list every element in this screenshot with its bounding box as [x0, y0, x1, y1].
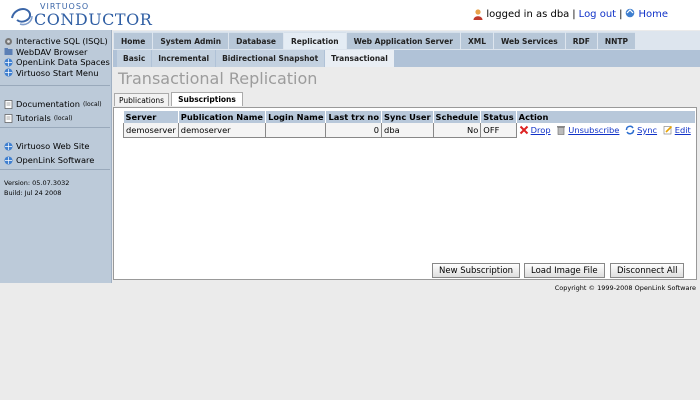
sub-nav: Basic Incremental Bidirectional Snapshot…	[113, 50, 700, 67]
tab-system-admin[interactable]: System Admin	[153, 32, 229, 49]
logout-link[interactable]: Log out	[579, 9, 616, 20]
logged-in-text: logged in as dba	[486, 9, 570, 20]
footer-copyright: Copyright © 1999-2008 OpenLink Software	[554, 284, 696, 292]
sidebar-group-links: Virtuoso Web Site OpenLink Software	[0, 134, 110, 170]
tab-xml[interactable]: XML	[460, 32, 493, 49]
tab-subscriptions[interactable]: Subscriptions	[171, 92, 243, 106]
load-image-file-button[interactable]: Load Image File	[524, 263, 605, 278]
virtuoso-logo[interactable]: VIRTUOSO CONDUCTOR	[4, 2, 152, 29]
folder-icon	[4, 48, 13, 56]
cell-status: OFF	[480, 123, 517, 138]
column-header: Last trx no	[325, 111, 383, 123]
top-nav: Home System Admin Database Replication W…	[114, 32, 635, 49]
drop-link[interactable]: Drop	[531, 125, 551, 135]
header: VIRTUOSO CONDUCTOR logged in as dba | Lo…	[0, 0, 700, 30]
new-subscription-button[interactable]: New Subscription	[432, 263, 521, 278]
tab-database[interactable]: Database	[229, 32, 284, 49]
user-bar: logged in as dba | Log out | Home	[473, 8, 668, 21]
cell-actions: Drop Unsubscribe Sync Edit	[516, 123, 696, 137]
sidebar-item-documentation[interactable]: Documentation (local)	[0, 97, 110, 111]
table-row: demoserver demoserver 0 dba No OFF Drop …	[123, 123, 696, 138]
sidebar-item-label: Interactive SQL (ISQL)	[16, 36, 108, 47]
sidebar-item-label: WebDAV Browser	[16, 46, 88, 57]
sidebar-item-tutorials[interactable]: Tutorials (local)	[0, 111, 110, 125]
sidebar-item-webdav[interactable]: WebDAV Browser	[0, 47, 110, 58]
cell-last-trx: 0	[325, 123, 383, 138]
version-info: Version: 05.07.3032 Build: Jul 24 2008	[4, 178, 69, 198]
table-header-row: Server Publication Name Login Name Last …	[123, 111, 697, 123]
sidebar-item-web-site[interactable]: Virtuoso Web Site	[0, 139, 110, 153]
subtab-bidirectional-snapshot[interactable]: Bidirectional Snapshot	[216, 50, 325, 67]
column-header: Publication Name	[178, 111, 267, 123]
sidebar-item-label: Tutorials	[16, 113, 51, 123]
document-icon	[4, 113, 13, 123]
column-header: Status	[480, 111, 517, 123]
panel-tabs: Publications Subscriptions	[114, 92, 245, 106]
sidebar-item-label: Documentation	[16, 99, 80, 109]
document-icon	[4, 99, 13, 109]
version-text: Version: 05.07.3032	[4, 179, 70, 187]
tab-web-application-server[interactable]: Web Application Server	[346, 32, 460, 49]
trash-icon[interactable]	[556, 125, 566, 136]
tab-rdf[interactable]: RDF	[565, 32, 597, 49]
tab-publications[interactable]: Publications	[114, 93, 170, 106]
sidebar-item-label: OpenLink Software	[16, 155, 95, 165]
globe-icon	[4, 156, 13, 164]
edit-link[interactable]: Edit	[675, 125, 691, 135]
drop-icon[interactable]	[519, 125, 529, 135]
subtab-incremental[interactable]: Incremental	[152, 50, 216, 67]
globe-icon	[4, 142, 13, 150]
disconnect-all-button[interactable]: Disconnect All	[610, 263, 685, 278]
column-header: Server	[123, 111, 179, 123]
tab-home[interactable]: Home	[114, 32, 153, 49]
home-icon	[625, 8, 635, 21]
sync-icon[interactable]	[625, 125, 635, 135]
column-header: Schedule	[433, 111, 482, 123]
tab-nntp[interactable]: NNTP	[597, 32, 635, 49]
sidebar-item-label: OpenLink Data Spaces	[16, 57, 110, 68]
home-link[interactable]: Home	[638, 9, 668, 20]
logo-swirl-icon	[11, 8, 33, 26]
sidebar: Interactive SQL (ISQL) WebDAV Browser Op…	[0, 30, 112, 283]
subscriptions-panel: Server Publication Name Login Name Last …	[113, 107, 697, 280]
sidebar-item-start-menu[interactable]: Virtuoso Start Menu	[0, 68, 110, 79]
globe-icon	[4, 58, 13, 67]
sidebar-item-label: Virtuoso Start Menu	[16, 67, 99, 78]
page-title: Transactional Replication	[118, 69, 318, 88]
sync-link[interactable]: Sync	[637, 125, 657, 135]
subtab-transactional[interactable]: Transactional	[325, 50, 394, 67]
gear-icon	[5, 37, 12, 45]
sidebar-item-label: Virtuoso Web Site	[16, 141, 90, 151]
subscriptions-table: Server Publication Name Login Name Last …	[123, 111, 697, 138]
edit-icon[interactable]	[663, 125, 673, 135]
local-note: (local)	[82, 100, 102, 108]
column-header: Sync User	[381, 111, 434, 123]
logo-conductor-text: CONDUCTOR	[34, 10, 153, 29]
sidebar-item-isql[interactable]: Interactive SQL (ISQL)	[0, 36, 110, 47]
separator: |	[572, 9, 576, 20]
separator: |	[619, 9, 623, 20]
column-header: Login Name	[265, 111, 327, 123]
cell-publication: demoserver	[177, 123, 267, 138]
build-text: Build: Jul 24 2008	[4, 189, 62, 197]
globe-icon	[4, 68, 13, 77]
subtab-basic[interactable]: Basic	[117, 50, 152, 67]
sidebar-item-data-spaces[interactable]: OpenLink Data Spaces	[0, 57, 110, 68]
user-icon	[473, 9, 483, 20]
column-header: Action	[516, 111, 697, 123]
cell-server: demoserver	[123, 123, 179, 138]
sidebar-group-docs: Documentation (local) Tutorials (local)	[0, 92, 110, 128]
sidebar-item-openlink[interactable]: OpenLink Software	[0, 153, 110, 167]
cell-sync-user: dba	[381, 123, 434, 138]
sidebar-group-tools: Interactive SQL (ISQL) WebDAV Browser Op…	[0, 36, 110, 86]
cell-login	[265, 123, 327, 138]
cell-schedule: No	[432, 123, 482, 138]
unsubscribe-link[interactable]: Unsubscribe	[568, 125, 619, 135]
tab-replication[interactable]: Replication	[284, 32, 346, 49]
local-note: (local)	[53, 114, 73, 122]
tab-web-services[interactable]: Web Services	[493, 32, 565, 49]
